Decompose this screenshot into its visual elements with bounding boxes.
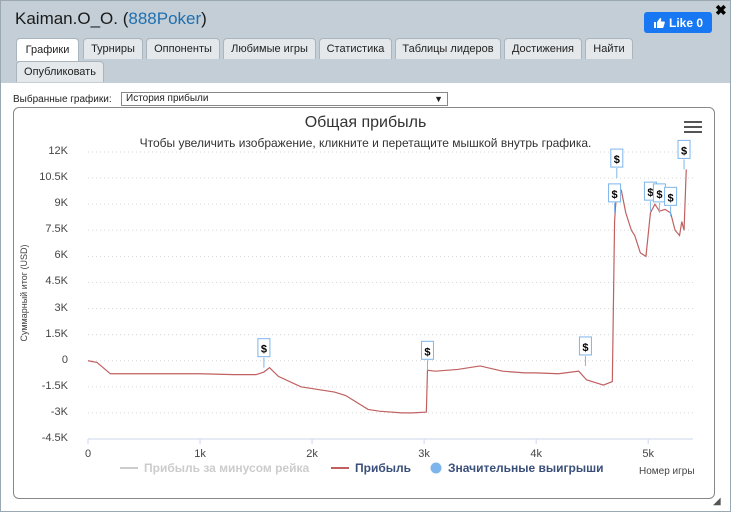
x-axis-label: Номер игры — [639, 466, 695, 477]
tab-favorite-games[interactable]: Любимые игры — [223, 38, 316, 59]
site-open: ( — [118, 9, 129, 28]
x-tick-label: 3k — [418, 448, 430, 460]
resize-handle-icon[interactable]: ◢ — [713, 496, 721, 507]
y-tick-label: 1.5K — [45, 327, 68, 340]
y-tick-label: 6K — [54, 249, 68, 262]
y-tick-label: -1.5K — [41, 379, 68, 392]
site-close: ) — [201, 9, 207, 28]
chart-menu-icon[interactable] — [684, 121, 702, 135]
tab-search[interactable]: Найти — [585, 38, 633, 59]
legend-label: Прибыль — [355, 461, 411, 475]
y-tick-label: -4.5K — [41, 432, 68, 444]
player-name: Kaiman.O_O. — [15, 9, 118, 28]
x-tick-label: 0 — [84, 448, 92, 460]
y-tick-label: 3K — [54, 301, 68, 314]
y-tick-label: 0 — [61, 353, 68, 366]
close-icon[interactable]: ✖ — [715, 2, 727, 19]
x-tick-label: 1k — [194, 448, 206, 460]
chart-subtitle: Чтобы увеличить изображение, кликните и … — [139, 136, 592, 150]
like-label: Like 0 — [668, 15, 704, 30]
legend-dot-icon — [430, 462, 442, 474]
y-tick-label: 10.5K — [39, 171, 68, 184]
y-tick-label: 9K — [54, 197, 68, 210]
x-tick-label: 4k — [530, 448, 542, 460]
legend-label: Прибыль за минусом рейка — [144, 461, 310, 475]
tab-leaderboards[interactable]: Таблицы лидеров — [395, 38, 501, 59]
dropdown-arrow-icon: ▼ — [434, 94, 443, 104]
tab-opponents[interactable]: Оппоненты — [146, 38, 220, 59]
facebook-like-button[interactable]: Like 0 — [644, 12, 712, 33]
chart-title: Общая прибыль — [304, 114, 427, 131]
x-tick-label: 5k — [642, 448, 654, 460]
y-tick-label: -3K — [50, 405, 68, 418]
chart-selector-value: История прибыли — [126, 93, 209, 104]
page-title: Kaiman.O_O. (888Poker) — [15, 9, 207, 29]
y-tick-label: 7.5K — [45, 223, 68, 236]
legend-line-icon — [120, 467, 138, 469]
chart-container[interactable] — [13, 107, 715, 499]
y-tick-label: 4.5K — [45, 275, 68, 288]
chart-selector[interactable]: История прибыли ▼ — [121, 92, 448, 106]
y-tick-label: 12K — [48, 145, 68, 157]
legend-line-icon — [331, 467, 349, 469]
tab-publish[interactable]: Опубликовать — [16, 61, 104, 82]
tab-tournaments[interactable]: Турниры — [83, 38, 143, 59]
legend-item-big-wins[interactable]: Значительные выигрыши — [430, 461, 604, 475]
site-link[interactable]: 888Poker — [128, 9, 201, 28]
chart-selector-label: Выбранные графики: — [13, 94, 112, 105]
legend-item-net-profit[interactable]: Прибыль за минусом рейка — [120, 461, 309, 475]
tab-statistics[interactable]: Статистика — [319, 38, 392, 59]
thumbs-up-icon — [653, 17, 665, 28]
legend-label: Значительные выигрыши — [448, 461, 604, 475]
window-header: Kaiman.O_O. (888Poker) Like 0 ✖ Графики … — [1, 1, 730, 83]
tab-charts[interactable]: Графики — [16, 38, 79, 61]
x-tick-label: 2k — [306, 448, 318, 460]
legend-item-profit[interactable]: Прибыль — [331, 461, 411, 475]
tab-achievements[interactable]: Достижения — [504, 38, 582, 59]
